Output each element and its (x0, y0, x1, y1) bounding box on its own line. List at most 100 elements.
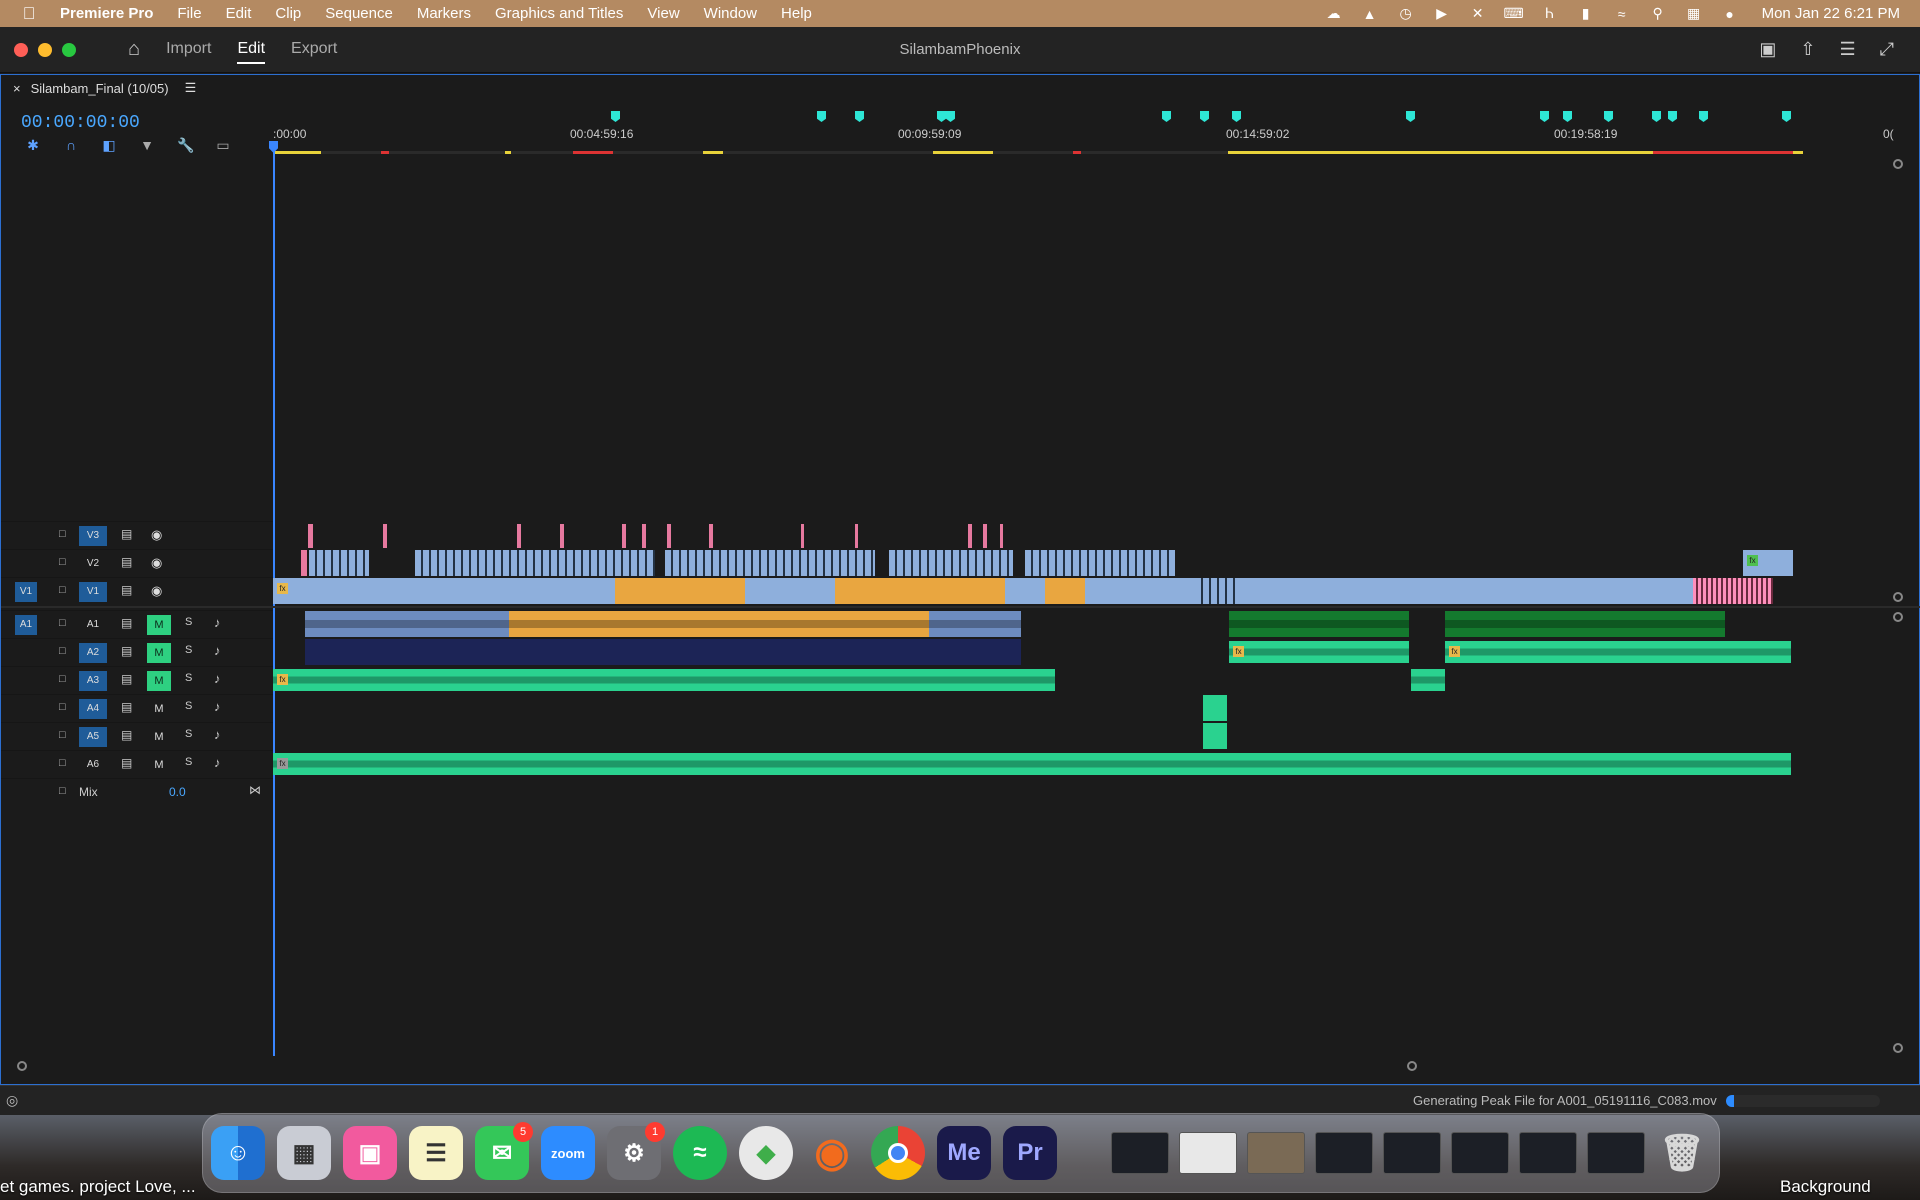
add-marker-icon[interactable]: ▼ (139, 137, 155, 154)
lock-icon[interactable]: □ (59, 673, 66, 685)
mute-button[interactable]: M (147, 671, 171, 691)
sims-icon[interactable]: ◆ (739, 1126, 793, 1180)
sequence-marker[interactable] (1563, 111, 1572, 122)
sequence-marker[interactable] (1604, 111, 1613, 122)
sync-lock-icon[interactable]: ▤ (121, 644, 132, 658)
graphic-clip[interactable] (301, 550, 307, 576)
sequence-marker[interactable] (937, 111, 946, 122)
solo-button[interactable]: S (185, 616, 192, 628)
spotify-icon[interactable]: ≈ (673, 1126, 727, 1180)
battery-icon[interactable]: ▮ (1568, 5, 1604, 22)
graphic-clip[interactable] (622, 524, 626, 548)
track-name-a5[interactable]: A5 (79, 727, 107, 747)
menu-clip[interactable]: Clip (263, 5, 313, 22)
video-clip[interactable]: fx (273, 578, 615, 604)
menu-graphics-titles[interactable]: Graphics and Titles (483, 5, 635, 22)
track-lane-a6[interactable]: fx (273, 750, 1893, 778)
track-lane-v2[interactable]: fx (273, 549, 1893, 577)
panel-menu-icon[interactable]: ☰ (185, 80, 197, 96)
window-thumbnail[interactable] (1587, 1132, 1645, 1174)
sequence-marker[interactable] (1200, 111, 1209, 122)
creative-cloud-icon[interactable]: ☁ (1316, 5, 1352, 22)
share-icon[interactable]: ⇧ (1800, 39, 1815, 60)
window-thumbnail[interactable] (1179, 1132, 1237, 1174)
audio-clip[interactable] (1229, 611, 1409, 637)
sync-lock-icon[interactable]: ▤ (121, 616, 132, 630)
menu-file[interactable]: File (165, 5, 213, 22)
sequence-marker[interactable] (855, 111, 864, 122)
sequence-marker[interactable] (1406, 111, 1415, 122)
nest-sequence-icon[interactable]: ✱ (25, 137, 41, 154)
menu-markers[interactable]: Markers (405, 5, 483, 22)
notification-icon[interactable]: ▲ (1352, 6, 1388, 22)
sequence-marker[interactable] (1668, 111, 1677, 122)
graphic-clip[interactable] (801, 524, 804, 548)
mute-button[interactable]: M (147, 615, 171, 635)
graphic-clip[interactable] (968, 524, 972, 548)
menu-window[interactable]: Window (692, 5, 769, 22)
video-clip-group[interactable] (415, 550, 655, 576)
window-thumbnail[interactable] (1383, 1132, 1441, 1174)
solo-button[interactable]: S (185, 644, 192, 656)
microphone-icon[interactable]: ♪ (214, 699, 221, 714)
audio-clip[interactable]: fx (1445, 641, 1791, 663)
mute-button[interactable]: M (147, 755, 171, 775)
music-audio-clip[interactable]: fx (273, 753, 1791, 775)
lock-icon[interactable]: □ (59, 528, 66, 540)
solo-button[interactable]: S (185, 728, 192, 740)
sequence-tab[interactable]: Silambam_Final (10/05) (31, 81, 169, 96)
desktop-file-label[interactable]: et games. project Love, ... (0, 1177, 196, 1197)
microphone-icon[interactable]: ♪ (214, 755, 221, 770)
video-clip-group[interactable] (665, 550, 875, 576)
sync-lock-icon[interactable]: ▤ (121, 555, 132, 569)
zoom-app-icon[interactable]: zoom (541, 1126, 595, 1180)
zoom-window-button[interactable] (62, 42, 76, 57)
minimize-window-button[interactable] (38, 42, 52, 57)
playhead-timecode[interactable]: 00:00:00:00 (21, 113, 140, 133)
audio-scroll-bottom-handle[interactable] (1893, 1043, 1903, 1053)
audio-clip[interactable] (305, 639, 1021, 665)
spotlight-search-icon[interactable]: ⚲ (1640, 5, 1676, 22)
track-name-v1[interactable]: V1 (79, 582, 107, 602)
sequence-marker[interactable] (817, 111, 826, 122)
track-name-v3[interactable]: V3 (79, 526, 107, 546)
audio-clip[interactable] (509, 611, 929, 637)
audio-clip[interactable] (929, 611, 1021, 637)
close-sequence-icon[interactable]: × (13, 81, 21, 96)
window-thumbnail[interactable] (1315, 1132, 1373, 1174)
mute-button[interactable]: M (147, 727, 171, 747)
video-clip[interactable] (1005, 578, 1045, 604)
audio-scroll-top-handle[interactable] (1893, 612, 1903, 622)
lock-icon[interactable]: □ (59, 729, 66, 741)
graphic-clip[interactable] (517, 524, 521, 548)
graphic-clip[interactable] (667, 524, 671, 548)
menu-help[interactable]: Help (769, 5, 824, 22)
video-clip-group[interactable] (1195, 578, 1235, 604)
window-thumbnail[interactable] (1247, 1132, 1305, 1174)
solo-button[interactable]: S (185, 672, 192, 684)
video-clip-group[interactable] (1025, 550, 1175, 576)
track-lane-a4[interactable] (273, 694, 1893, 722)
audio-clip[interactable] (1411, 669, 1445, 691)
track-name-a2[interactable]: A2 (79, 643, 107, 663)
notes-icon[interactable]: ☰ (409, 1126, 463, 1180)
menu-clock[interactable]: Mon Jan 22 6:21 PM (1748, 5, 1900, 22)
time-machine-icon[interactable]: ◷ (1388, 5, 1424, 22)
trash-icon[interactable]: 🗑 (1655, 1126, 1709, 1180)
sequence-marker[interactable] (1540, 111, 1549, 122)
video-audio-divider[interactable] (1, 606, 1920, 608)
keyboard-icon[interactable]: ⌨ (1496, 5, 1532, 22)
audio-clip[interactable] (1203, 723, 1227, 749)
media-encoder-icon[interactable]: Me (937, 1126, 991, 1180)
sequence-marker[interactable] (1782, 111, 1791, 122)
launchpad-icon[interactable]: ▦ (277, 1126, 331, 1180)
wifi-icon[interactable]: ≈ (1604, 6, 1640, 22)
track-name-a6[interactable]: A6 (79, 755, 107, 775)
video-clip[interactable]: fx (1743, 550, 1793, 576)
sync-status-icon[interactable]: ◎ (6, 1092, 18, 1109)
lock-icon[interactable]: □ (59, 757, 66, 769)
track-lane-a3[interactable]: fx (273, 666, 1893, 694)
menu-edit[interactable]: Edit (214, 5, 264, 22)
timeline-zoom-right-handle[interactable] (1407, 1061, 1417, 1071)
graphic-clip[interactable] (383, 524, 387, 548)
